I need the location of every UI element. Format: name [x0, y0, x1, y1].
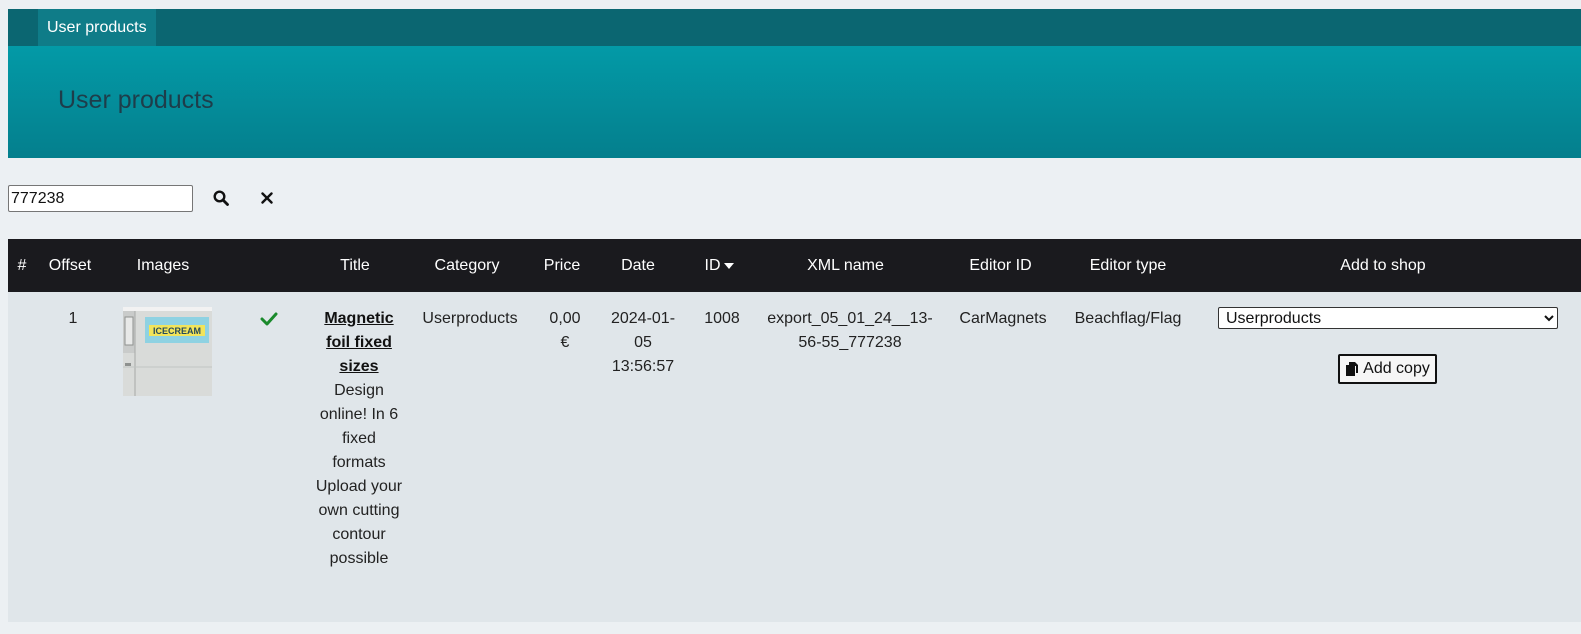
row-number: 1: [68, 310, 78, 327]
header-editor-id[interactable]: Editor ID: [958, 239, 1043, 292]
product-thumbnail[interactable]: ICECREAM: [123, 307, 212, 396]
product-description: Design online! In 6 fixed formats Upload…: [315, 382, 403, 567]
copy-icon: [1346, 362, 1359, 376]
product-title-link[interactable]: Magnetic foil fixed sizes: [315, 307, 403, 379]
header-editor-type[interactable]: Editor type: [1078, 239, 1178, 292]
date-cell: 2024-01-05 13:56:57: [610, 310, 676, 375]
header-price[interactable]: Price: [537, 239, 587, 292]
search-button[interactable]: [207, 184, 235, 212]
top-nav-bar: User products: [8, 9, 1581, 46]
close-icon: [261, 192, 273, 204]
xml-name-cell: export_05_01_24__13-56-55_777238: [767, 310, 933, 351]
page-title: User products: [58, 86, 214, 114]
header-offset[interactable]: Offset: [40, 239, 100, 292]
product-image-text: ICECREAM: [153, 326, 201, 336]
clear-search-button[interactable]: [253, 184, 281, 212]
add-copy-label: Add copy: [1363, 360, 1430, 377]
add-copy-button[interactable]: Add copy: [1338, 354, 1437, 384]
header-images[interactable]: Images: [123, 239, 203, 292]
product-image: ICECREAM: [123, 307, 212, 396]
title-cell: Magnetic foil fixed sizes Design online!…: [315, 307, 403, 571]
header-title[interactable]: Title: [315, 239, 395, 292]
header-date[interactable]: Date: [613, 239, 663, 292]
search-icon: [213, 190, 229, 206]
sort-desc-icon: [723, 262, 734, 269]
editor-id-cell: CarMagnets: [959, 310, 1047, 327]
header-add-to-shop[interactable]: Add to shop: [1333, 239, 1433, 292]
status-cell: [258, 311, 280, 335]
id-cell: 1008: [704, 310, 740, 327]
header-id-label: ID: [704, 257, 721, 274]
table-header: # Offset Images Title Category Price Dat…: [8, 239, 1581, 292]
header-num[interactable]: #: [12, 239, 32, 292]
editor-type-cell: Beachflag/Flag: [1074, 310, 1182, 327]
category-cell: Userproducts: [422, 310, 518, 327]
nav-tab-user-products[interactable]: User products: [38, 9, 156, 46]
checkmark-icon: [260, 312, 278, 326]
header-xml-name[interactable]: XML name: [788, 239, 903, 292]
header-category[interactable]: Category: [422, 239, 512, 292]
price-cell: 0,00 €: [549, 310, 581, 351]
products-table: # Offset Images Title Category Price Dat…: [8, 239, 1581, 622]
header-id[interactable]: ID: [700, 239, 738, 292]
page-header: User products: [8, 46, 1581, 158]
search-input[interactable]: [8, 185, 193, 212]
add-to-shop-select[interactable]: Userproducts: [1218, 307, 1558, 329]
